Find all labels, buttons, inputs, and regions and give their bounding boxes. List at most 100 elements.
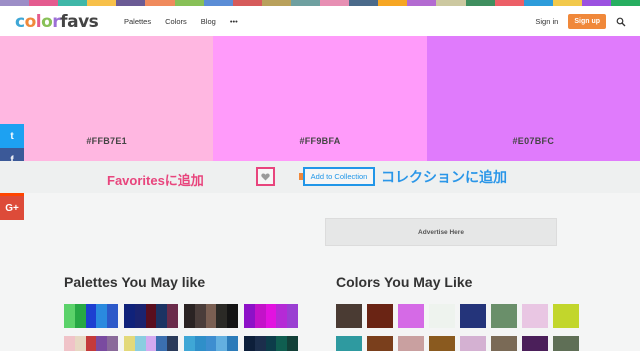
- color-thumbnail[interactable]: [460, 304, 486, 328]
- color-thumbnail[interactable]: [460, 336, 486, 351]
- palette-color: [85, 336, 97, 351]
- palette-color: [156, 336, 168, 351]
- palettes-grid: [64, 304, 304, 351]
- color-thumbnail[interactable]: [553, 336, 579, 351]
- logo-letter: s: [88, 12, 99, 32]
- color-thumbnail[interactable]: [367, 304, 393, 328]
- swatch-hex: #E07BFC: [512, 136, 555, 146]
- palette-color: [276, 336, 288, 351]
- palette-color: [107, 336, 118, 351]
- palette-color: [254, 304, 266, 328]
- palette-color: [216, 336, 228, 351]
- color-thumbnail[interactable]: [398, 336, 424, 351]
- palette-color: [244, 304, 255, 328]
- collection-annotation: コレクションに追加: [381, 169, 507, 185]
- nav-palettes[interactable]: Palettes: [124, 17, 151, 26]
- palette-color: [184, 304, 195, 328]
- palette-color: [96, 304, 108, 328]
- palette-thumbnail[interactable]: [184, 304, 238, 328]
- color-thumbnail[interactable]: [491, 304, 517, 328]
- palette-color: [74, 336, 86, 351]
- palette-color: [184, 336, 195, 351]
- color-thumbnail[interactable]: [429, 336, 455, 351]
- heart-icon: [261, 172, 270, 181]
- palette-color: [134, 336, 146, 351]
- palettes-heading: Palettes You May like: [64, 274, 206, 290]
- ad-banner[interactable]: Advertise Here: [325, 218, 557, 246]
- page: colorfavs Palettes Colors Blog ••• Sign …: [0, 0, 640, 351]
- nav-right: Sign in Sign up: [535, 14, 626, 29]
- nav-colors[interactable]: Colors: [165, 17, 187, 26]
- color-thumbnail[interactable]: [336, 304, 362, 328]
- color-thumbnail[interactable]: [429, 304, 455, 328]
- palette-color: [85, 304, 97, 328]
- logo-letter: v: [78, 12, 89, 32]
- colors-grid: [336, 304, 579, 351]
- logo[interactable]: colorfavs: [15, 12, 99, 32]
- palette-color: [254, 336, 266, 351]
- color-thumbnail[interactable]: [553, 304, 579, 328]
- palette-thumbnail[interactable]: [184, 336, 238, 351]
- search-icon[interactable]: [616, 17, 626, 27]
- swatch-row: #FFB7E1 #FF9BFA #E07BFC: [0, 36, 640, 161]
- logo-letter: r: [52, 12, 61, 32]
- palette-color: [124, 304, 135, 328]
- color-thumbnail[interactable]: [522, 304, 548, 328]
- signin-link[interactable]: Sign in: [535, 17, 558, 26]
- swatch-hex: #FFB7E1: [86, 136, 127, 146]
- favorite-button[interactable]: [256, 167, 275, 186]
- nav-more-icon[interactable]: •••: [230, 17, 238, 26]
- palette-color: [287, 304, 298, 328]
- palette-thumbnail[interactable]: [64, 336, 118, 351]
- palette-color: [167, 304, 178, 328]
- color-row: [336, 336, 579, 351]
- palette-row: [64, 304, 304, 328]
- palette-thumbnail[interactable]: [244, 304, 298, 328]
- palette-thumbnail[interactable]: [244, 336, 298, 351]
- palette-color: [194, 304, 206, 328]
- palette-color: [107, 304, 118, 328]
- palette-color: [205, 304, 217, 328]
- palette-color: [64, 304, 75, 328]
- palette-color: [96, 336, 108, 351]
- color-swatch[interactable]: #FF9BFA: [213, 36, 427, 161]
- google-plus-icon[interactable]: G+: [0, 196, 24, 220]
- color-thumbnail[interactable]: [522, 336, 548, 351]
- palette-thumbnail[interactable]: [124, 336, 178, 351]
- color-thumbnail[interactable]: [336, 336, 362, 351]
- logo-letter: a: [67, 12, 79, 32]
- palette-color: [265, 304, 277, 328]
- palette-color: [64, 336, 75, 351]
- palette-color: [194, 336, 206, 351]
- twitter-icon[interactable]: t: [0, 124, 24, 148]
- color-thumbnail[interactable]: [398, 304, 424, 328]
- color-row: [336, 304, 579, 328]
- palette-color: [205, 336, 217, 351]
- palette-color: [287, 336, 298, 351]
- palette-color: [265, 336, 277, 351]
- palette-color: [276, 304, 288, 328]
- logo-letter: c: [15, 12, 25, 32]
- nav-blog[interactable]: Blog: [201, 17, 216, 26]
- palette-color: [145, 336, 157, 351]
- swatch-hex: #FF9BFA: [299, 136, 341, 146]
- navbar: colorfavs Palettes Colors Blog ••• Sign …: [0, 6, 640, 36]
- palette-color: [227, 304, 238, 328]
- logo-letter: f: [60, 12, 68, 32]
- nav-links: Palettes Colors Blog •••: [124, 17, 238, 26]
- palette-color: [145, 304, 157, 328]
- signup-button[interactable]: Sign up: [568, 14, 606, 29]
- color-swatch[interactable]: #E07BFC: [426, 36, 640, 161]
- color-thumbnail[interactable]: [491, 336, 517, 351]
- logo-letter: o: [24, 12, 37, 32]
- palette-thumbnail[interactable]: [124, 304, 178, 328]
- color-thumbnail[interactable]: [367, 336, 393, 351]
- palette-color: [244, 336, 255, 351]
- palette-color: [134, 304, 146, 328]
- palette-color: [227, 336, 238, 351]
- add-to-collection-button[interactable]: Add to Collection: [303, 167, 375, 186]
- palette-color: [124, 336, 135, 351]
- palette-color: [156, 304, 168, 328]
- palette-thumbnail[interactable]: [64, 304, 118, 328]
- color-swatch[interactable]: #FFB7E1: [0, 36, 214, 161]
